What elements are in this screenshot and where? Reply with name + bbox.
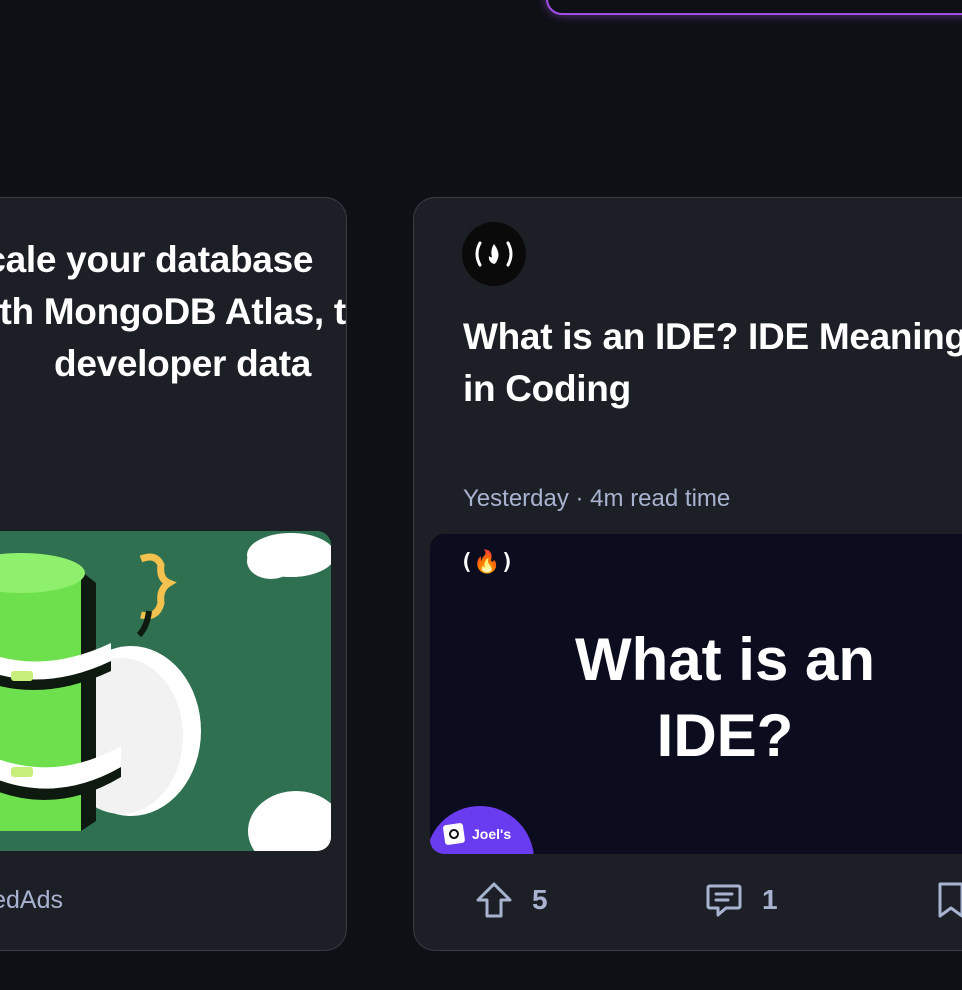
- post-actions: 5 1: [414, 858, 962, 948]
- post-title-line: developer data: [54, 343, 311, 384]
- post-image-database-illustration: [0, 531, 331, 851]
- post-source-label: PromotedAds: [0, 886, 63, 914]
- post-meta: Yesterday · 4m read time: [463, 485, 731, 512]
- bookmark-button[interactable]: [936, 880, 962, 920]
- upvote-button[interactable]: 5: [474, 880, 548, 920]
- database-stack-illustration: [0, 531, 331, 851]
- post-title-line: with MongoDB Atlas, the: [0, 291, 346, 332]
- bookmark-icon: [938, 882, 962, 918]
- thumbnail-headline-line: IDE?: [656, 702, 794, 769]
- post-source[interactable]: PromotedAds: [0, 886, 63, 915]
- joels-blog-icon: [442, 822, 466, 846]
- thumbnail-logo: (🔥): [460, 550, 514, 575]
- comment-count: 1: [762, 884, 778, 915]
- thumbnail-headline-line: What is an: [574, 626, 876, 693]
- freecodecamp-flame-icon: [475, 241, 513, 267]
- post-card-ide[interactable]: What is an IDE? IDE Meaning in Coding Ye…: [413, 197, 962, 951]
- upvote-arrow-icon: [476, 882, 512, 918]
- thumbnail-headline: What is an IDE?: [430, 622, 962, 774]
- post-card-mongodb[interactable]: Scale your database with MongoDB Atlas, …: [0, 197, 347, 951]
- feed-page: Scale your database with MongoDB Atlas, …: [0, 0, 962, 990]
- joels-blog-badge: Joel's: [430, 806, 534, 854]
- post-thumbnail[interactable]: (🔥) What is an IDE? Joel's: [430, 534, 962, 854]
- comment-button[interactable]: 1: [704, 880, 778, 920]
- search-bar[interactable]: [546, 0, 962, 15]
- post-title: Scale your database with MongoDB Atlas, …: [0, 234, 346, 390]
- post-title-line: Scale your database: [0, 239, 314, 280]
- upvote-count: 5: [532, 884, 548, 915]
- post-title[interactable]: What is an IDE? IDE Meaning in Coding: [463, 311, 962, 415]
- freecodecamp-logo-icon[interactable]: [462, 222, 526, 286]
- badge-label: Joel's: [472, 826, 512, 842]
- comment-bubble-icon: [706, 884, 742, 917]
